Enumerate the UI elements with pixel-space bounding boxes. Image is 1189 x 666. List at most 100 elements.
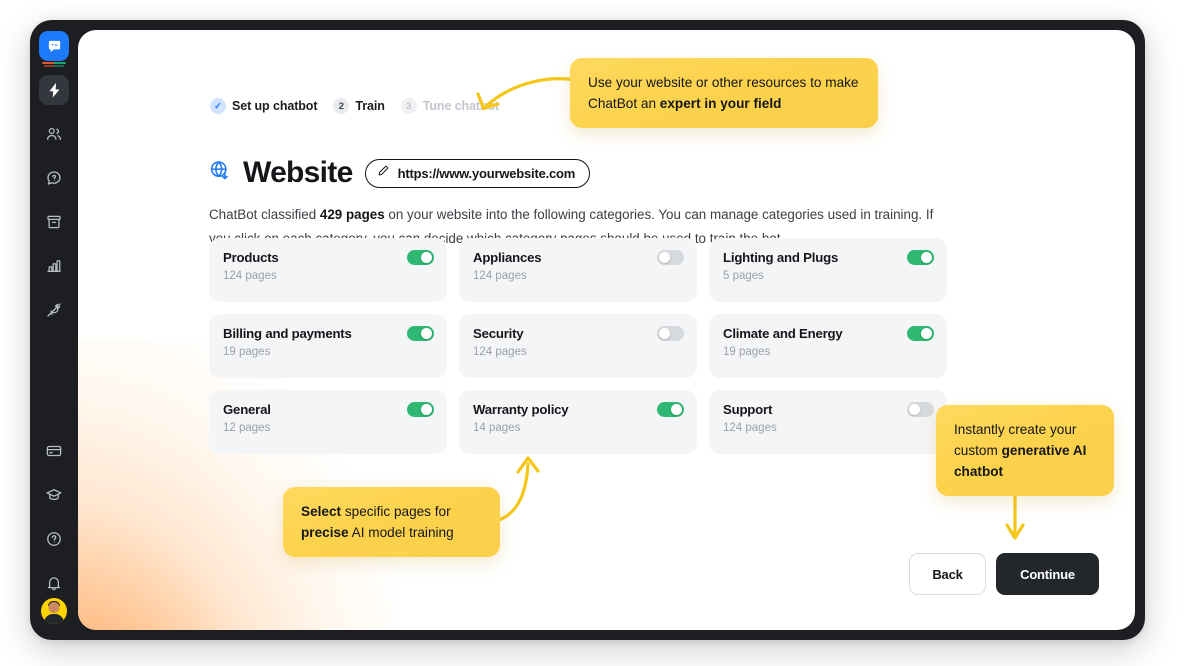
- toggle-knob: [921, 328, 932, 339]
- user-avatar[interactable]: [41, 598, 67, 624]
- category-card-general[interactable]: General 12 pages: [209, 390, 447, 454]
- category-card-climate-and-energy[interactable]: Climate and Energy 19 pages: [709, 314, 947, 378]
- sidebar-item-learning[interactable]: [39, 480, 69, 510]
- category-page-count: 124 pages: [723, 422, 777, 434]
- bell-icon: [45, 574, 63, 592]
- page-title: Website: [243, 156, 353, 189]
- category-page-count: 124 pages: [473, 270, 527, 282]
- step-train[interactable]: 2 Train: [333, 98, 385, 114]
- people-icon: [45, 125, 63, 143]
- category-toggle[interactable]: [407, 250, 434, 265]
- toggle-knob: [671, 404, 682, 415]
- credit-card-icon: [45, 442, 63, 460]
- toggle-knob: [659, 252, 670, 263]
- toggle-knob: [909, 404, 920, 415]
- category-name: Appliances: [473, 250, 542, 265]
- step-tune-chatbot[interactable]: 3 Tune chatbot: [400, 98, 500, 114]
- category-grid: Products 124 pages Appliances 124 pages …: [209, 238, 947, 454]
- website-url-field[interactable]: https://www.yourwebsite.com: [364, 158, 591, 188]
- toggle-knob: [921, 252, 932, 263]
- category-toggle[interactable]: [907, 250, 934, 265]
- category-name: Security: [473, 326, 524, 341]
- toggle-knob: [421, 404, 432, 415]
- graduation-cap-icon: [45, 486, 63, 504]
- step-badge-check-icon: ✓: [210, 98, 226, 114]
- category-page-count: 19 pages: [723, 346, 771, 358]
- avatar-head: [48, 602, 60, 613]
- category-toggle[interactable]: [657, 326, 684, 341]
- globe-download-icon: [208, 159, 231, 187]
- chat-question-icon: [45, 169, 63, 187]
- sidebar-item-reports[interactable]: [39, 251, 69, 281]
- callout-select-bold2: precise: [301, 525, 349, 540]
- callout-select-text1: specific pages for: [341, 504, 451, 519]
- category-name: Support: [723, 402, 773, 417]
- sidebar-item-billing[interactable]: [39, 436, 69, 466]
- plug-icon: [45, 301, 63, 319]
- callout-top-bold: expert in your field: [659, 96, 782, 111]
- sidebar-item-contacts[interactable]: [39, 119, 69, 149]
- category-card-billing-and-payments[interactable]: Billing and payments 19 pages: [209, 314, 447, 378]
- category-name: Billing and payments: [223, 326, 352, 341]
- onboarding-stepper: ✓ Set up chatbot 2 Train 3 Tune chatbot: [210, 98, 499, 114]
- category-card-support[interactable]: Support 124 pages: [709, 390, 947, 454]
- step-badge-number: 2: [333, 98, 350, 114]
- pencil-icon: [377, 164, 390, 182]
- category-page-count: 12 pages: [223, 422, 271, 434]
- category-name: Products: [223, 250, 279, 265]
- category-page-count: 19 pages: [223, 346, 271, 358]
- category-toggle[interactable]: [907, 402, 934, 417]
- category-name: Warranty policy: [473, 402, 569, 417]
- chatbot-logo-icon[interactable]: [39, 31, 69, 67]
- category-page-count: 14 pages: [473, 422, 521, 434]
- sidebar-item-chats[interactable]: [39, 163, 69, 193]
- category-card-appliances[interactable]: Appliances 124 pages: [459, 238, 697, 302]
- step-badge-number: 3: [400, 98, 417, 114]
- category-card-security[interactable]: Security 124 pages: [459, 314, 697, 378]
- category-name: Lighting and Plugs: [723, 250, 839, 265]
- step-set-up-chatbot[interactable]: ✓ Set up chatbot: [210, 98, 318, 114]
- bar-chart-icon: [45, 257, 63, 275]
- category-page-count: 124 pages: [473, 346, 527, 358]
- callout-select-text2: AI model training: [348, 525, 454, 540]
- toggle-knob: [421, 328, 432, 339]
- sidebar-item-notifications[interactable]: [39, 568, 69, 598]
- step-label: Set up chatbot: [232, 99, 318, 113]
- page-header: Website https://www.yourwebsite.com: [208, 156, 591, 190]
- category-toggle[interactable]: [907, 326, 934, 341]
- category-toggle[interactable]: [407, 402, 434, 417]
- footer-actions: Back Continue: [909, 553, 1099, 595]
- archive-icon: [45, 213, 63, 231]
- sidebar: [30, 20, 78, 640]
- step-label: Tune chatbot: [422, 99, 500, 113]
- category-card-products[interactable]: Products 124 pages: [209, 238, 447, 302]
- callout-select-bold1: Select: [301, 504, 342, 519]
- callout-select-pages: Select specific pages for precise AI mod…: [283, 487, 500, 557]
- back-button[interactable]: Back: [909, 553, 986, 595]
- description-highlight: 429 pages: [319, 207, 385, 222]
- callout-generative-ai: Instantly create your custom generative …: [936, 405, 1114, 496]
- callout-top: Use your website or other resources to m…: [570, 58, 878, 128]
- toggle-knob: [659, 328, 670, 339]
- lightning-bolt-icon: [46, 82, 63, 99]
- help-circle-icon: [45, 530, 63, 548]
- category-card-lighting-and-plugs[interactable]: Lighting and Plugs 5 pages: [709, 238, 947, 302]
- category-toggle[interactable]: [407, 326, 434, 341]
- category-toggle[interactable]: [657, 402, 684, 417]
- step-label: Train: [355, 99, 385, 113]
- sidebar-item-help[interactable]: [39, 524, 69, 554]
- description-part1: ChatBot classified: [209, 207, 320, 222]
- category-name: General: [223, 402, 271, 417]
- sidebar-item-automation[interactable]: [39, 75, 69, 105]
- avatar-body: [44, 614, 64, 624]
- sidebar-item-integrations[interactable]: [39, 295, 69, 325]
- category-name: Climate and Energy: [723, 326, 843, 341]
- continue-button[interactable]: Continue: [996, 553, 1099, 595]
- category-toggle[interactable]: [657, 250, 684, 265]
- toggle-knob: [421, 252, 432, 263]
- sidebar-item-archives[interactable]: [39, 207, 69, 237]
- category-card-warranty-policy[interactable]: Warranty policy 14 pages: [459, 390, 697, 454]
- website-url-text: https://www.yourwebsite.com: [397, 165, 576, 181]
- category-page-count: 5 pages: [723, 270, 764, 282]
- category-page-count: 124 pages: [223, 270, 277, 282]
